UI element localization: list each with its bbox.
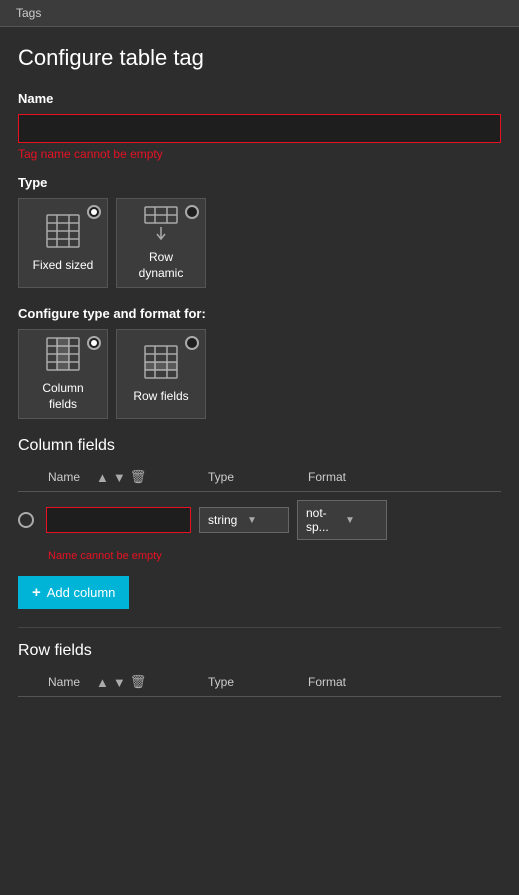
field-name-input[interactable] [46, 507, 191, 533]
name-input[interactable] [18, 114, 501, 143]
row-sort-up-icon[interactable]: ▲ [96, 675, 109, 690]
type-card-fixed-sized[interactable]: Fixed sized [18, 198, 108, 288]
type-select-value: string [208, 513, 245, 527]
column-fields-header: Name ▲ ▼ 🗑 Type Format [18, 465, 501, 492]
column-format-header: Format [308, 470, 501, 484]
type-card-row-dynamic[interactable]: Row dynamic [116, 198, 206, 288]
column-name-header: Name ▲ ▼ 🗑 [48, 469, 208, 485]
config-card-column-fields-label: Column fields [27, 381, 99, 412]
delete-icon[interactable]: 🗑 [130, 469, 147, 485]
column-fields-section: Column fields Name ▲ ▼ 🗑 Type Format str… [18, 437, 501, 609]
configure-section: Configure type and format for: [18, 306, 501, 419]
radio-fixed-sized [87, 205, 101, 219]
type-options: Fixed sized Row dynamic [18, 198, 501, 288]
column-type-header: Type [208, 470, 308, 484]
config-card-row-fields-label: Row fields [133, 389, 188, 405]
add-column-button[interactable]: + Add column [18, 576, 129, 609]
format-select-value: not-sp... [306, 506, 343, 534]
radio-column-fields [87, 336, 101, 350]
radio-row-fields [185, 336, 199, 350]
column-field-row: string ▼ not-sp... ▼ [18, 492, 501, 548]
sort-icons: ▲ ▼ 🗑 [96, 469, 146, 485]
add-column-label: Add column [47, 585, 116, 600]
row-fields-header: Name ▲ ▼ 🗑 Type Format [18, 670, 501, 697]
row-fields-title: Row fields [18, 642, 501, 660]
name-section: Name Tag name cannot be empty [18, 91, 501, 161]
column-fields-config-icon [45, 336, 81, 375]
type-select-wrapper[interactable]: string ▼ [199, 507, 289, 533]
sort-up-icon[interactable]: ▲ [96, 470, 109, 485]
type-select-chevron: ▼ [247, 515, 284, 526]
row-sort-icons: ▲ ▼ 🗑 [96, 674, 146, 690]
row-type-header: Type [208, 675, 308, 689]
type-label: Type [18, 175, 501, 190]
format-select-chevron: ▼ [345, 515, 382, 526]
row-name-header: Name ▲ ▼ 🗑 [48, 674, 208, 690]
row-format-header: Format [308, 675, 501, 689]
add-icon: + [32, 584, 41, 601]
column-fields-title: Column fields [18, 437, 501, 455]
field-name-error: Name cannot be empty [18, 548, 501, 566]
type-section: Type Fixed sized [18, 175, 501, 288]
name-error: Tag name cannot be empty [18, 147, 501, 161]
row-fields-config-icon [143, 344, 179, 383]
row-sort-down-icon[interactable]: ▼ [113, 675, 126, 690]
row-dynamic-icon [143, 205, 179, 244]
row-fields-section: Row fields Name ▲ ▼ 🗑 Type Format [18, 642, 501, 697]
config-card-row-fields[interactable]: Row fields [116, 329, 206, 419]
sort-down-icon[interactable]: ▼ [113, 470, 126, 485]
page-title: Configure table tag [18, 45, 501, 71]
field-row-radio[interactable] [18, 512, 34, 528]
format-select-wrapper[interactable]: not-sp... ▼ [297, 500, 387, 540]
breadcrumb: Tags [0, 0, 519, 27]
row-delete-icon[interactable]: 🗑 [130, 674, 147, 690]
name-label: Name [18, 91, 501, 106]
column-field-row-container: string ▼ not-sp... ▼ Name cannot be empt… [18, 492, 501, 566]
radio-row-dynamic [185, 205, 199, 219]
configure-options: Column fields Row [18, 329, 501, 419]
section-divider [18, 627, 501, 628]
type-card-fixed-sized-label: Fixed sized [33, 258, 94, 274]
fixed-sized-icon [45, 213, 81, 252]
configure-label: Configure type and format for: [18, 306, 501, 321]
config-card-column-fields[interactable]: Column fields [18, 329, 108, 419]
type-card-row-dynamic-label: Row dynamic [125, 250, 197, 281]
